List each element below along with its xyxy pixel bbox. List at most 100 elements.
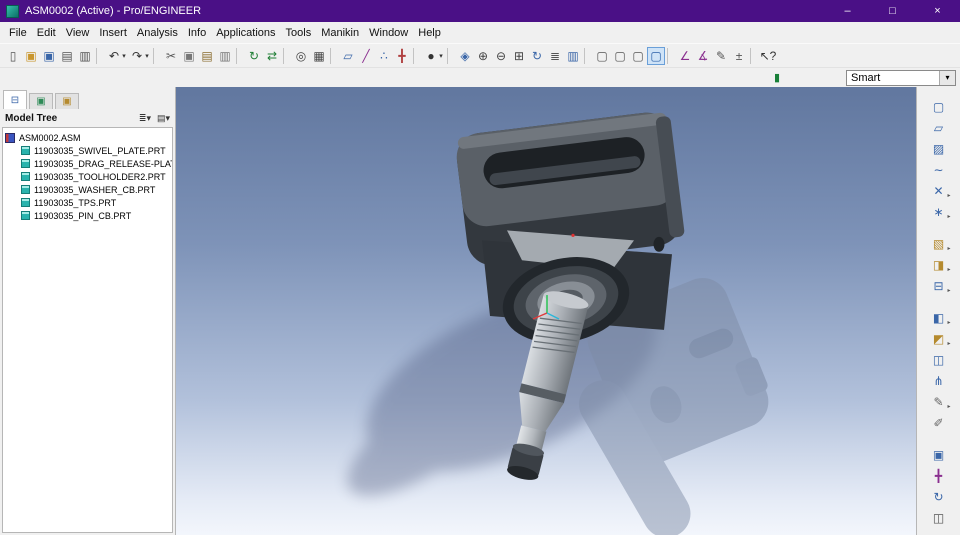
context-help-icon[interactable]: ↖? bbox=[759, 47, 777, 65]
tool-icon-glyph: ╋ bbox=[934, 468, 943, 483]
model-tree-header: Model Tree ≣▾ ▤▾ bbox=[0, 109, 175, 127]
tree-columns-button[interactable]: ▤▾ bbox=[157, 113, 170, 124]
print-icon[interactable]: ▤ bbox=[58, 47, 76, 65]
pencil-icon[interactable]: ✎ ▸ bbox=[927, 392, 950, 411]
separator bbox=[413, 47, 420, 64]
trim-icon[interactable]: ⋔ bbox=[927, 371, 951, 390]
window-controls: – □ × bbox=[825, 0, 960, 22]
annotation-note-icon[interactable]: ✎ bbox=[712, 47, 730, 65]
tree-filter-button[interactable]: ≣▾ bbox=[139, 113, 151, 124]
mirror-icon[interactable]: ◫ bbox=[927, 350, 951, 369]
3d-viewport[interactable] bbox=[176, 87, 916, 535]
paste-special-icon[interactable]: ▥ bbox=[216, 47, 234, 65]
select-options-icon[interactable]: ▦ bbox=[310, 47, 328, 65]
menu-file[interactable]: File bbox=[4, 25, 32, 41]
annotation-angle-icon[interactable]: ∠ bbox=[676, 47, 694, 65]
main-toolbar: ▯ ▣ ▣ ▤ ▥ ↶ ▾ ↷ ▾ ✂ ▣ ▤ ▥ ↻ ⇄ ◎ ▦ ▱ ╱ ∴ … bbox=[0, 43, 960, 67]
use-edge-icon[interactable]: ◧ ▸ bbox=[927, 308, 951, 327]
datum-plane-icon[interactable]: ▱ bbox=[927, 118, 951, 137]
select-box-icon[interactable]: ▢ bbox=[927, 97, 951, 116]
redo-menu-arrow-icon[interactable]: ▾ bbox=[143, 47, 151, 65]
regenerate-options-icon[interactable]: ⇄ bbox=[263, 47, 281, 65]
refit-icon[interactable]: ⊞ bbox=[510, 47, 528, 65]
close-button[interactable]: × bbox=[915, 0, 960, 22]
sketch-view-icon[interactable]: ◨ ▸ bbox=[927, 255, 951, 274]
print-setup-icon[interactable]: ▥ bbox=[76, 47, 94, 65]
copy-icon[interactable]: ▣ bbox=[180, 47, 198, 65]
tool-icon-glyph: ↻ bbox=[933, 489, 944, 504]
favorites-tab[interactable]: ▣ bbox=[55, 93, 79, 109]
menu-analysis[interactable]: Analysis bbox=[132, 25, 183, 41]
selection-filter-combo[interactable]: Smart ▾ bbox=[846, 69, 956, 86]
sketch-plane-icon[interactable]: ▧ ▸ bbox=[927, 234, 951, 253]
reorient-icon[interactable]: ↻ bbox=[528, 47, 546, 65]
cut-icon[interactable]: ✂ bbox=[162, 47, 180, 65]
offset-edge-icon[interactable]: ◩ ▸ bbox=[927, 329, 951, 348]
menu-applications[interactable]: Applications bbox=[211, 25, 280, 41]
model-tree-title: Model Tree bbox=[5, 112, 58, 124]
menu-tools[interactable]: Tools bbox=[281, 25, 317, 41]
menu-edit[interactable]: Edit bbox=[32, 25, 61, 41]
annotation-dimension-icon[interactable]: ∡ bbox=[694, 47, 712, 65]
datum-point-toggle-icon[interactable]: ∴ bbox=[375, 47, 393, 65]
menu-help[interactable]: Help bbox=[413, 25, 446, 41]
section-icon[interactable]: ⊟ ▸ bbox=[927, 276, 950, 295]
datum-point-icon[interactable]: ✕ ▸ bbox=[927, 181, 950, 200]
tool-icon-glyph: ▱ bbox=[933, 120, 944, 135]
tool-icon-glyph: ∼ bbox=[933, 162, 944, 177]
spin-center-icon[interactable]: ◈ bbox=[456, 47, 474, 65]
open-file-icon[interactable]: ▣ bbox=[22, 47, 40, 65]
window-activate-icon[interactable]: ▢ bbox=[647, 46, 665, 65]
find-icon[interactable]: ◎ bbox=[292, 47, 310, 65]
menu-manikin[interactable]: Manikin bbox=[316, 25, 364, 41]
toggle-display-icon[interactable]: ◫ bbox=[927, 508, 951, 527]
tree-item[interactable]: 11903035_TPS.PRT bbox=[5, 196, 170, 209]
tree-item[interactable]: 11903035_WASHER_CB.PRT bbox=[5, 183, 170, 196]
tree-item[interactable]: 11903035_TOOLHOLDER2.PRT bbox=[5, 170, 170, 183]
menu-bar: File Edit View Insert Analysis Info Appl… bbox=[0, 22, 960, 43]
app-icon[interactable] bbox=[6, 4, 19, 18]
tree-root-item[interactable]: ASM0002.ASM bbox=[5, 131, 170, 144]
tree-item[interactable]: 11903035_DRAG_RELEASE-PLATE.PRT bbox=[5, 157, 172, 170]
maximize-button[interactable]: □ bbox=[870, 0, 915, 22]
undo-menu-arrow-icon[interactable]: ▾ bbox=[120, 47, 128, 65]
navigator-panel: ⊟ ▣ ▣ Model Tree ≣▾ ▤▾ ASM0002.ASM 11903… bbox=[0, 87, 176, 535]
save-icon[interactable]: ▣ bbox=[40, 47, 58, 65]
window-close-icon[interactable]: ▢ bbox=[629, 47, 647, 65]
window-tile-icon[interactable]: ▢ bbox=[611, 47, 629, 65]
view-manager-icon[interactable]: ▥ bbox=[564, 47, 582, 65]
shade-menu-arrow-icon[interactable]: ▾ bbox=[437, 47, 445, 65]
model-tree-tab[interactable]: ⊟ bbox=[3, 90, 27, 109]
new-file-icon[interactable]: ▯ bbox=[4, 47, 22, 65]
spline-icon[interactable]: ∼ bbox=[927, 160, 951, 179]
datum-status-icon[interactable]: ▮ bbox=[770, 71, 784, 84]
erase-icon[interactable]: ✐ bbox=[927, 413, 951, 432]
minimize-button[interactable]: – bbox=[825, 0, 870, 22]
datum-axis-toggle-icon[interactable]: ╱ bbox=[357, 47, 375, 65]
hatch-lines-icon[interactable]: ▨ bbox=[927, 139, 951, 158]
regenerate-icon[interactable]: ↻ bbox=[245, 47, 263, 65]
menu-window[interactable]: Window bbox=[364, 25, 413, 41]
zoom-out-icon[interactable]: ⊖ bbox=[492, 47, 510, 65]
chevron-down-icon[interactable]: ▾ bbox=[939, 70, 955, 85]
tree-item[interactable]: 11903035_PIN_CB.PRT bbox=[5, 209, 170, 222]
zoom-in-icon[interactable]: ⊕ bbox=[474, 47, 492, 65]
annotation-tolerance-icon[interactable]: ± bbox=[730, 47, 748, 65]
folder-browser-tab[interactable]: ▣ bbox=[29, 93, 53, 109]
tree-item-label: 11903035_SWIVEL_PLATE.PRT bbox=[34, 145, 166, 156]
window-new-icon[interactable]: ▢ bbox=[593, 47, 611, 65]
menu-info[interactable]: Info bbox=[183, 25, 211, 41]
csys-toggle-icon[interactable]: ╋ bbox=[393, 47, 411, 65]
rotate-view-icon[interactable]: ↻ bbox=[927, 487, 951, 506]
layers-icon[interactable]: ≣ bbox=[546, 47, 564, 65]
tree-item[interactable]: 11903035_SWIVEL_PLATE.PRT bbox=[5, 144, 170, 157]
csys-icon[interactable]: ╋ bbox=[927, 466, 951, 485]
tree-item-label: 11903035_TOOLHOLDER2.PRT bbox=[34, 171, 166, 182]
solid-cube-icon[interactable]: ▣ bbox=[927, 445, 951, 464]
menu-view[interactable]: View bbox=[61, 25, 95, 41]
tool-icon-glyph: ∗ bbox=[933, 204, 944, 219]
paste-icon[interactable]: ▤ bbox=[198, 47, 216, 65]
menu-insert[interactable]: Insert bbox=[94, 25, 132, 41]
datum-axis-icon[interactable]: ∗ ▸ bbox=[927, 202, 950, 221]
datum-plane-toggle-icon[interactable]: ▱ bbox=[339, 47, 357, 65]
